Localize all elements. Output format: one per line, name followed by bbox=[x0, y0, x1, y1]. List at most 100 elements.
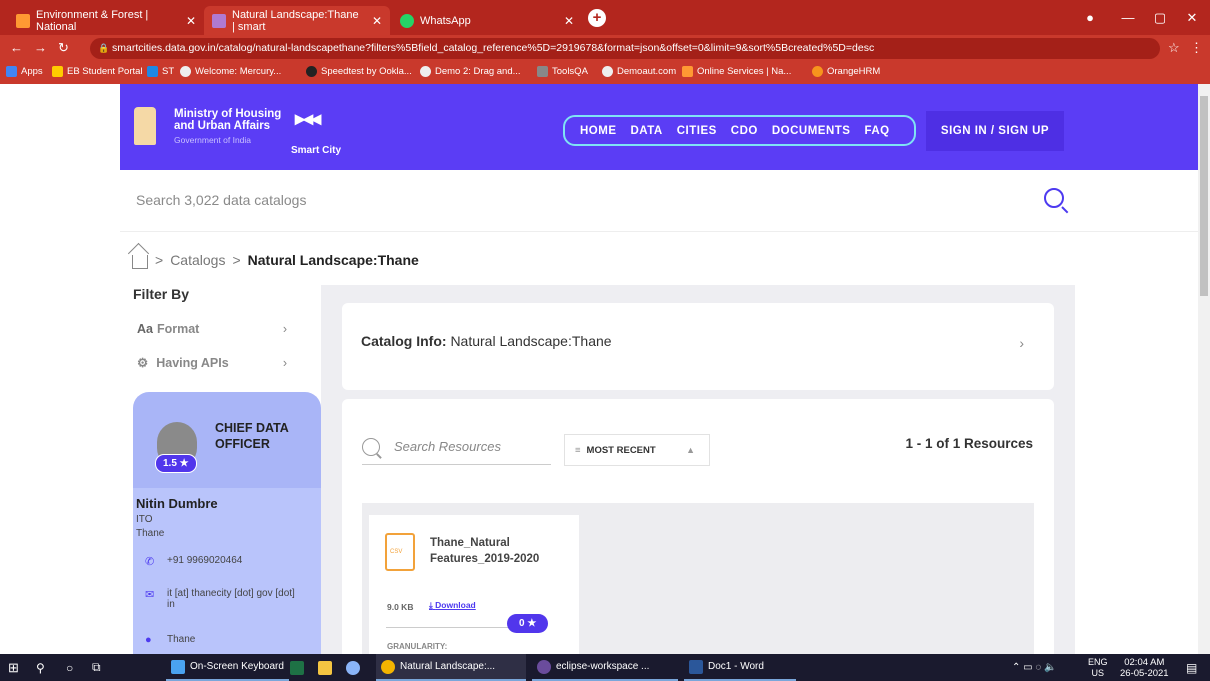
nav-documents[interactable]: DOCUMENTS bbox=[772, 125, 851, 137]
language-indicator[interactable]: ENG US bbox=[1088, 654, 1108, 681]
bookmark-online-services[interactable]: Online Services | Na... bbox=[682, 66, 791, 77]
tab-title: Natural Landscape:Thane | smart bbox=[232, 8, 359, 33]
breadcrumb-catalogs[interactable]: Catalogs bbox=[170, 252, 225, 268]
notification-icon[interactable]: ▤ bbox=[1186, 654, 1197, 681]
ministry-name[interactable]: Ministry of Housing and Urban Affairs bbox=[174, 108, 284, 132]
tab-whatsapp[interactable]: WhatsApp ✕ bbox=[392, 6, 582, 35]
tab-natural-landscape[interactable]: Natural Landscape:Thane | smart ✕ bbox=[204, 6, 390, 35]
catalog-info-label: Catalog Info: Natural Landscape:Thane bbox=[361, 333, 612, 349]
taskbar-app-keyboard[interactable]: On-Screen Keyboard bbox=[166, 654, 289, 681]
resource-rating-badge[interactable]: 0 ★ bbox=[507, 614, 549, 633]
lock-icon: 🔒 bbox=[98, 43, 110, 53]
back-icon[interactable]: ← bbox=[10, 40, 23, 55]
taskbar-app-eclipse[interactable]: eclipse-workspace ... bbox=[532, 654, 678, 681]
search-icon[interactable] bbox=[1044, 188, 1064, 208]
sort-lines-icon: ≡ bbox=[575, 444, 581, 456]
windows-start-icon[interactable]: ⊞ bbox=[8, 654, 19, 681]
download-link[interactable]: ⤓ Download bbox=[429, 600, 476, 611]
reload-icon[interactable]: ↻ bbox=[58, 40, 69, 56]
cdo-location: ● Thane bbox=[145, 634, 195, 646]
minimize-button[interactable]: — bbox=[1110, 0, 1146, 35]
folder-icon bbox=[318, 660, 332, 675]
search-icon bbox=[362, 437, 380, 456]
bookmark-toolsqa[interactable]: ToolsQA bbox=[537, 66, 588, 77]
filter-format-label: Format bbox=[156, 322, 200, 336]
bookmark-apps[interactable]: Apps bbox=[6, 66, 43, 77]
excel-app-icon bbox=[290, 660, 304, 675]
close-window-button[interactable]: ✕ bbox=[1174, 0, 1210, 35]
filter-apis[interactable]: ⚙ Having APIs › bbox=[137, 355, 287, 371]
pinned-app-icon bbox=[346, 660, 360, 675]
cdo-rating-badge: 1.5 ★ bbox=[155, 454, 197, 473]
mail-icon: ✉ bbox=[145, 589, 155, 601]
new-tab-button[interactable]: + bbox=[588, 9, 606, 27]
url-input[interactable]: 🔒 smartcities.data.gov.in/catalog/natura… bbox=[90, 38, 1160, 59]
close-icon[interactable]: ✕ bbox=[178, 14, 196, 28]
nav-home[interactable]: HOME bbox=[580, 125, 617, 137]
cdo-email-text: it [at] thanecity [dot] gov [dot] in bbox=[166, 588, 295, 610]
close-icon[interactable]: ✕ bbox=[364, 14, 382, 28]
bookmark-mercury[interactable]: Welcome: Mercury... bbox=[180, 66, 281, 77]
granularity-label: GRANULARITY: bbox=[387, 642, 448, 651]
apps-icon bbox=[6, 66, 17, 77]
catalog-info-name: Natural Landscape:Thane bbox=[450, 333, 612, 349]
gear-icon: ⚙ bbox=[137, 356, 149, 370]
download-label: Download bbox=[435, 600, 476, 610]
bookmark-st[interactable]: ST bbox=[147, 66, 174, 77]
file-explorer-icon[interactable] bbox=[318, 654, 337, 681]
tab-title: Environment & Forest | National bbox=[36, 8, 149, 33]
resource-search[interactable]: Search Resources bbox=[362, 429, 551, 465]
word-icon bbox=[689, 659, 703, 674]
bookmark-eb[interactable]: EB Student Portal bbox=[52, 66, 143, 77]
chevron-right-icon[interactable]: › bbox=[1019, 335, 1024, 351]
nav-faq[interactable]: FAQ bbox=[864, 125, 889, 137]
close-icon[interactable]: ✕ bbox=[556, 14, 574, 28]
tab-title: WhatsApp bbox=[420, 14, 471, 27]
cdo-role: ITO bbox=[136, 514, 153, 525]
system-tray-icons[interactable]: ⌃ ▭ ◌ 🔈 bbox=[1012, 654, 1057, 681]
page-scrollbar[interactable] bbox=[1198, 84, 1210, 654]
clock[interactable]: 02:04 AM 26-05-2021 bbox=[1120, 654, 1169, 681]
profile-icon[interactable]: ● bbox=[1072, 0, 1108, 35]
search-icon[interactable]: ⚲ bbox=[36, 654, 45, 681]
taskbar-app-word[interactable]: Doc1 - Word bbox=[684, 654, 796, 681]
bookmark-demoaut[interactable]: Demoaut.com bbox=[602, 66, 676, 77]
task-view-icon[interactable]: ⧉ bbox=[92, 654, 101, 681]
breadcrumb-separator: > bbox=[232, 252, 241, 268]
signin-button[interactable]: SIGN IN / SIGN UP bbox=[926, 111, 1064, 151]
bookmark-orangehrm[interactable]: OrangeHRM bbox=[812, 66, 880, 77]
menu-icon[interactable]: ⋮ bbox=[1190, 40, 1203, 56]
sort-dropdown[interactable]: ≡ MOST RECENT ▲ bbox=[564, 434, 710, 466]
windows-taskbar: ⊞ ⚲ ○ ⧉ On-Screen Keyboard Natural Lands… bbox=[0, 654, 1210, 681]
bookmarks-bar: Apps EB Student Portal ST Welcome: Mercu… bbox=[0, 62, 1210, 84]
cdo-location-text: Thane bbox=[167, 634, 196, 645]
resource-name[interactable]: Thane_Natural Features_2019-2020 bbox=[430, 535, 540, 567]
nav-cities[interactable]: CITIES bbox=[677, 125, 717, 137]
filter-format[interactable]: Aa Format › bbox=[137, 322, 287, 336]
nav-cdo[interactable]: CDO bbox=[731, 125, 758, 137]
forward-icon[interactable]: → bbox=[34, 40, 47, 55]
taskbar-app-chrome[interactable]: Natural Landscape:... bbox=[376, 654, 526, 681]
bookmark-speedtest[interactable]: Speedtest by Ookla... bbox=[306, 66, 412, 77]
bookmark-demo2[interactable]: Demo 2: Drag and... bbox=[420, 66, 521, 77]
bookmark-label: OrangeHRM bbox=[827, 66, 881, 77]
resource-list: CSV Thane_Natural Features_2019-2020 9.0… bbox=[362, 503, 1034, 659]
smart-city-logo-icon[interactable]: ▸◂◂ bbox=[295, 106, 321, 131]
scrollbar-thumb[interactable] bbox=[1200, 96, 1208, 296]
taskbar-pinned-icon[interactable] bbox=[346, 654, 365, 681]
tab-environment[interactable]: Environment & Forest | National ✕ bbox=[8, 6, 204, 35]
excel-icon[interactable] bbox=[290, 654, 309, 681]
catalog-info-card[interactable]: Catalog Info: Natural Landscape:Thane › bbox=[342, 303, 1054, 390]
maximize-button[interactable]: ▢ bbox=[1142, 0, 1178, 35]
chevron-right-icon: › bbox=[282, 322, 287, 336]
star-icon[interactable]: ☆ bbox=[1168, 40, 1180, 56]
home-icon[interactable] bbox=[132, 255, 148, 269]
nav-data[interactable]: DATA bbox=[631, 125, 663, 137]
resource-card[interactable]: CSV Thane_Natural Features_2019-2020 9.0… bbox=[369, 515, 579, 659]
resource-search-input[interactable]: Search Resources bbox=[394, 439, 501, 454]
cortana-icon[interactable]: ○ bbox=[66, 654, 73, 681]
cdo-details: Nitin Dumbre ITO Thane ✆ +91 9969020464 ✉… bbox=[133, 488, 321, 654]
resource-count: 1 - 1 of 1 Resources bbox=[905, 436, 1033, 451]
national-emblem-icon bbox=[134, 107, 156, 145]
catalog-search-input[interactable]: Search 3,022 data catalogs bbox=[136, 192, 306, 208]
